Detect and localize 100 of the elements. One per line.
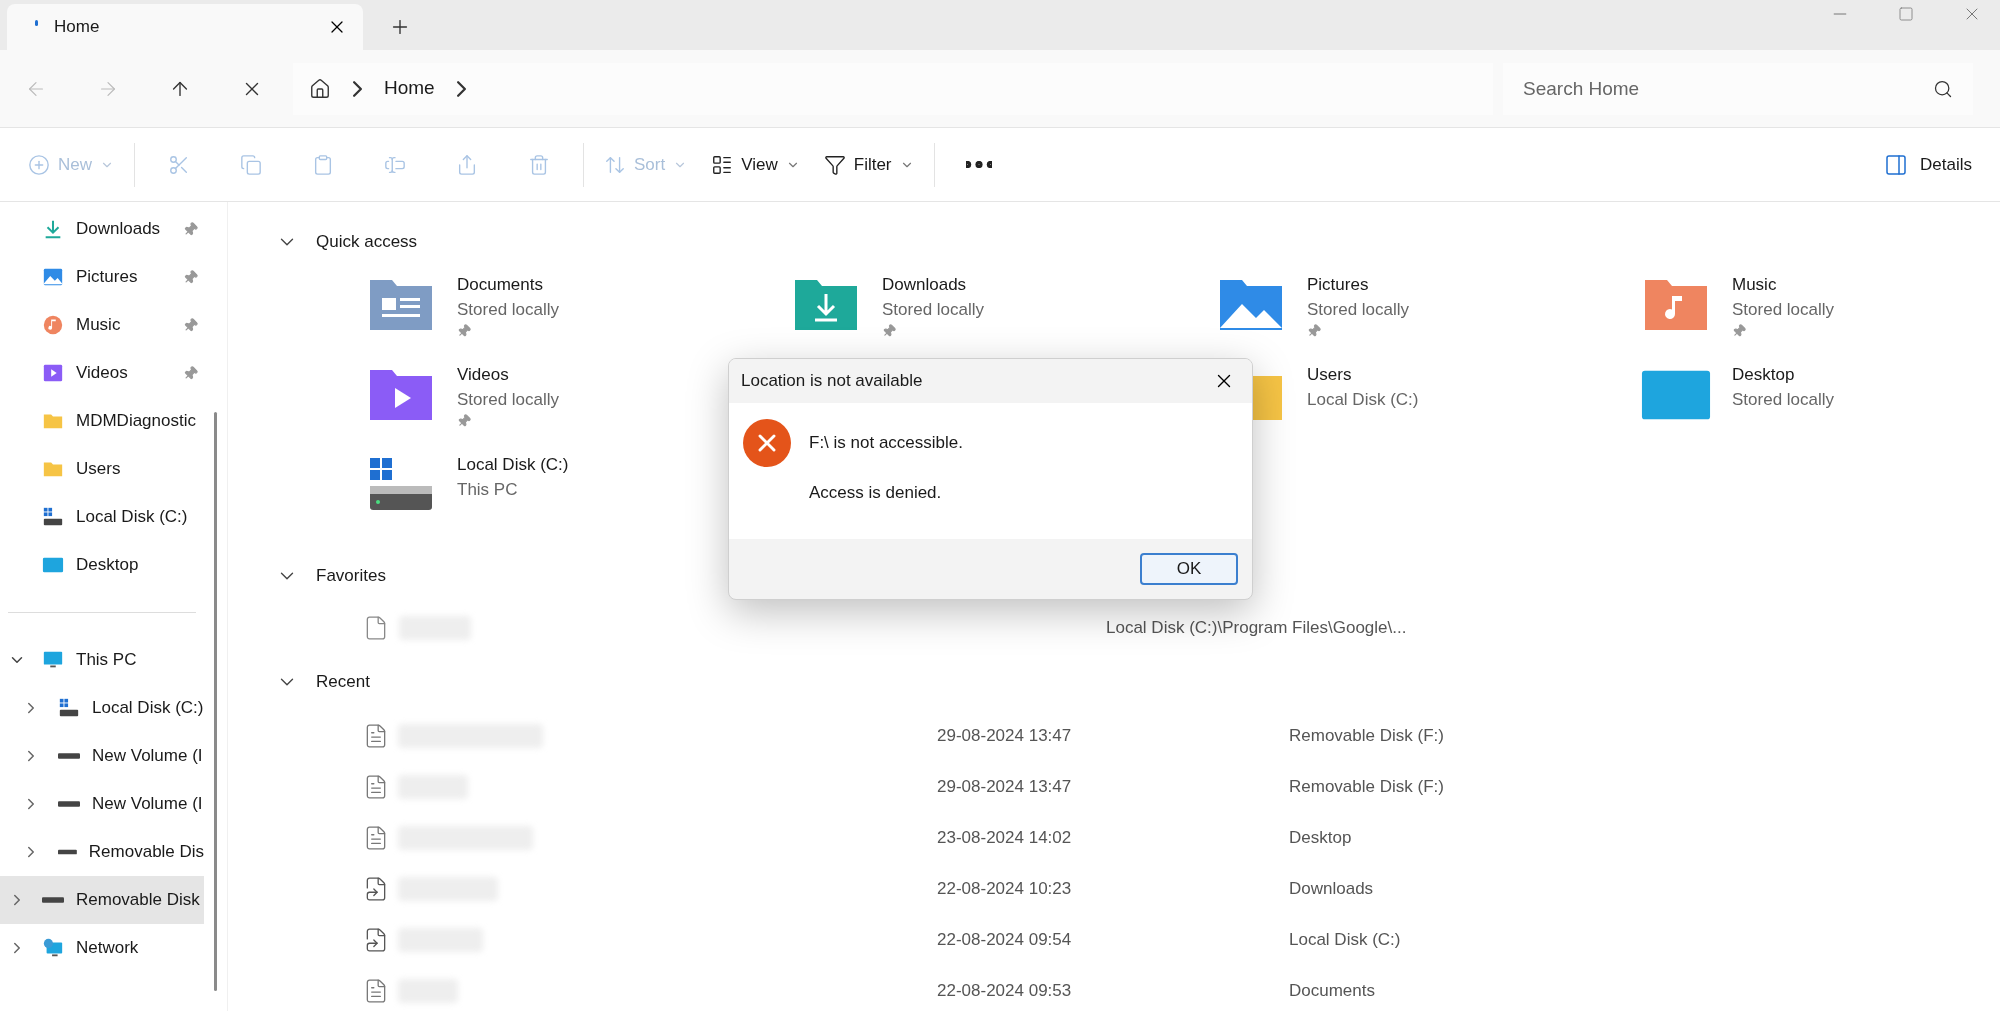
quick-access-tile[interactable]: Pictures Stored locally: [1215, 272, 1640, 362]
file-location: Removable Disk (F:): [1289, 724, 1444, 747]
section-title: Favorites: [316, 565, 386, 588]
quick-access-tile[interactable]: Music Stored locally: [1640, 272, 1970, 362]
maximize-icon[interactable]: [1898, 6, 1914, 22]
tile-name: Music: [1732, 274, 1778, 296]
file-location: Local Disk (C:)\Program Files\Google\...: [1106, 617, 1407, 640]
drive-icon: [58, 801, 80, 807]
file-row[interactable]: 22-08-2024 10:23 Downloads: [228, 863, 2000, 914]
dialog-message: F:\ is not accessible.: [809, 432, 963, 454]
tile-subtitle: Local Disk (C:): [1307, 389, 1419, 411]
list-icon: [711, 153, 734, 176]
scissors-icon: [168, 153, 190, 176]
dialog-message: Access is denied.: [809, 481, 943, 504]
sidebar-item-label: Desktop: [76, 554, 140, 577]
tab[interactable]: Home: [7, 4, 363, 50]
sidebar-item[interactable]: Local Disk (C:): [0, 684, 205, 732]
file-location: Documents: [1289, 979, 1375, 1002]
tile-subtitle: This PC: [457, 479, 519, 501]
network-icon: [42, 937, 64, 959]
file-date: 29-08-2024 13:47: [937, 775, 1073, 798]
sidebar-item[interactable]: Downloads: [0, 205, 205, 253]
sidebar-item-label: This PC: [76, 649, 137, 672]
file-row[interactable]: 29-08-2024 13:47 Removable Disk (F:): [228, 761, 2000, 812]
quick-access-tile[interactable]: Downloads Stored locally: [790, 272, 1215, 362]
section-title: Quick access: [316, 231, 418, 254]
sidebar-item-label: Local Disk (C:): [76, 506, 189, 529]
share-icon: [456, 153, 478, 176]
tile-name: Desktop: [1732, 364, 1796, 386]
music-icon: [42, 314, 64, 336]
file-row[interactable]: 22-08-2024 09:53 Documents: [228, 965, 2000, 1011]
quick-access-tile[interactable]: Local Disk (C:) This PC: [365, 452, 790, 542]
sidebar-item[interactable]: This PC: [0, 636, 205, 684]
file-date: 23-08-2024 14:02: [937, 826, 1073, 849]
file-location: Removable Disk (F:): [1289, 775, 1444, 798]
drive-icon: [42, 897, 64, 903]
sidebar-item-label: Downloads: [76, 218, 162, 241]
file-row[interactable]: 22-08-2024 09:54 Local Disk (C:): [228, 914, 2000, 965]
plus-icon: [28, 153, 50, 176]
error-icon: [743, 419, 791, 467]
file-date: 22-08-2024 09:54: [937, 928, 1073, 951]
sidebar-item[interactable]: New Volume (I: [0, 780, 205, 828]
filter-icon: [823, 153, 846, 176]
file-date: 22-08-2024 10:23: [937, 877, 1073, 900]
tile-subtitle: Stored locally: [882, 299, 985, 321]
sidebar-item[interactable]: New Volume (I: [0, 732, 205, 780]
sidebar-item-label: Music: [76, 314, 122, 337]
tab-label: Home: [54, 16, 101, 39]
sidebar-item[interactable]: Users: [0, 445, 205, 493]
details-pane-icon: [1884, 152, 1909, 177]
drive-icon: [58, 697, 80, 719]
tile-subtitle: Stored locally: [1307, 299, 1410, 321]
file-location: Downloads: [1289, 877, 1374, 900]
tile-name: Documents: [457, 274, 544, 296]
search-icon: [1933, 78, 1953, 99]
home-icon: [309, 77, 331, 100]
ok-button[interactable]: OK: [1140, 553, 1238, 585]
sidebar-item[interactable]: Network: [0, 924, 205, 972]
quick-access-tile[interactable]: Documents Stored locally: [365, 272, 790, 362]
sidebar-item-label: Videos: [76, 362, 129, 385]
tile-subtitle: Stored locally: [1732, 299, 1835, 321]
sidebar-item[interactable]: Local Disk (C:): [0, 493, 205, 541]
file-row[interactable]: 29-08-2024 13:47 Removable Disk (F:): [228, 710, 2000, 761]
tile-name: Downloads: [882, 274, 968, 296]
scrollbar-thumb[interactable]: [214, 412, 218, 991]
section-title: Recent: [316, 671, 370, 694]
clipboard-icon: [312, 153, 334, 176]
file-row[interactable]: 23-08-2024 14:02 Desktop: [228, 812, 2000, 863]
details-button[interactable]: Details: [1872, 142, 1984, 187]
trash-icon: [528, 153, 550, 176]
file-row[interactable]: Local Disk (C:)\Program Files\Google\...: [228, 596, 2000, 660]
sidebar-item[interactable]: Pictures: [0, 253, 205, 301]
tile-name: Pictures: [1307, 274, 1370, 296]
drive-icon: [42, 506, 64, 528]
sidebar-item[interactable]: MDMDiagnostic: [0, 397, 205, 445]
drive-icon: [58, 753, 80, 759]
sidebar-item[interactable]: Music: [0, 301, 205, 349]
breadcrumb[interactable]: Home: [384, 74, 435, 103]
sidebar-item-label: New Volume (I: [92, 793, 203, 816]
dialog-title: Location is not available: [741, 370, 923, 393]
video-icon: [42, 362, 64, 384]
tile-subtitle: Stored locally: [1732, 389, 1835, 411]
tile-subtitle: Stored locally: [457, 389, 560, 411]
sidebar-item[interactable]: Removable Dis: [0, 828, 205, 876]
drive-icon: [58, 849, 77, 855]
toolbar-button[interactable]: View: [699, 142, 812, 187]
sidebar-item-label: MDMDiagnostic: [76, 410, 197, 433]
toolbar-button[interactable]: Filter: [811, 142, 926, 187]
sidebar-item-label: Users: [76, 458, 122, 481]
sidebar-item[interactable]: Videos: [0, 349, 205, 397]
sidebar-item-label: Pictures: [76, 266, 139, 289]
quick-access-tile[interactable]: Desktop Stored locally: [1640, 362, 1970, 452]
sidebar-item[interactable]: Removable Disk: [0, 876, 205, 924]
sidebar-item[interactable]: Desktop: [0, 541, 205, 589]
sidebar-item-label: New Volume (I: [92, 745, 203, 768]
chevron-right-icon: [353, 80, 362, 97]
file-location: Local Disk (C:): [1289, 928, 1401, 951]
tab-icon: [35, 20, 38, 26]
more-icon: [965, 161, 992, 168]
copy-icon: [240, 153, 262, 176]
